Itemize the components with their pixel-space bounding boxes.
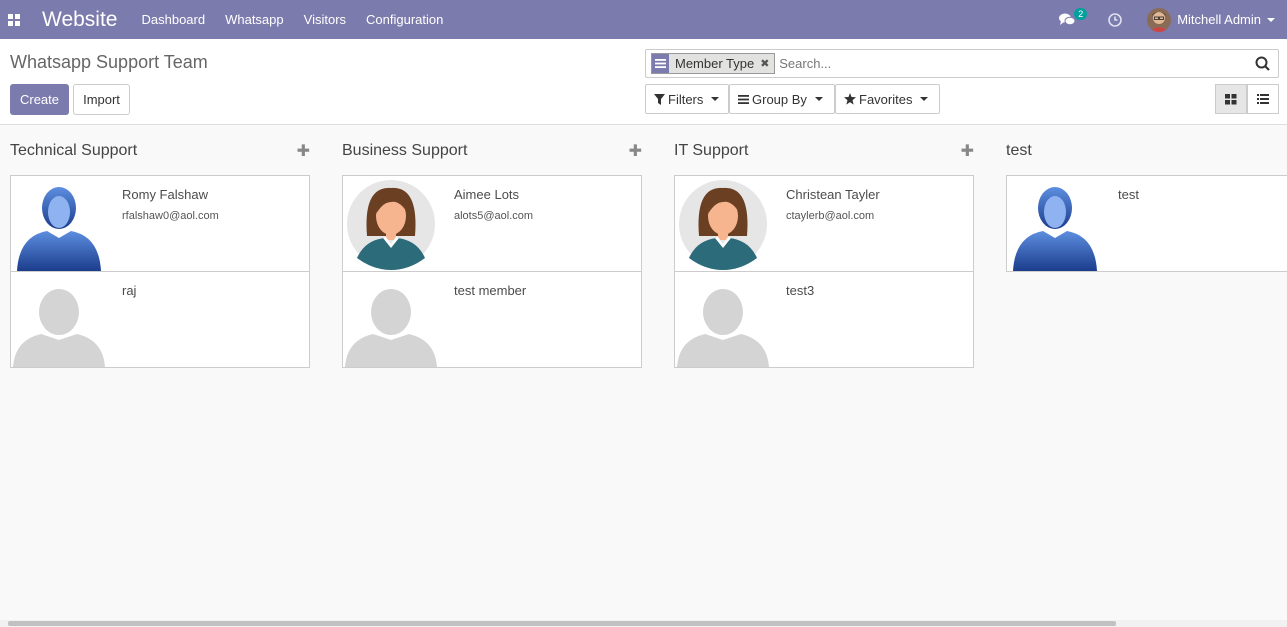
star-icon [844, 93, 856, 105]
filters-label: Filters [668, 91, 704, 107]
search-facet: Member Type ✖ [651, 53, 776, 74]
top-navbar: Website Dashboard Whatsapp Visitors Conf… [0, 0, 1287, 39]
messaging-button[interactable]: 2 [1059, 7, 1088, 31]
member-email: rfalshaw0@aol.com [122, 210, 219, 222]
kanban-card[interactable]: test member [342, 271, 642, 368]
search-icon[interactable] [1250, 52, 1274, 76]
favorites-dropdown[interactable]: Favorites [835, 84, 940, 114]
column-title: test [1006, 142, 1032, 159]
control-panel: Whatsapp Support Team Create Import Memb… [0, 39, 1287, 125]
kanban-column: test test [1006, 125, 1287, 285]
group-by-bars-icon [652, 54, 669, 73]
page-title: Whatsapp Support Team [10, 52, 208, 72]
menu-configuration[interactable]: Configuration [366, 12, 443, 27]
groupby-caret-icon [814, 97, 823, 101]
kanban-card[interactable]: test3 [674, 271, 974, 368]
column-title: Technical Support [10, 142, 138, 159]
column-header: IT Support ✚ [674, 140, 974, 162]
filters-dropdown[interactable]: Filters [645, 84, 729, 114]
member-name: Aimee Lots [454, 187, 520, 202]
kanban-card[interactable]: Aimee Lots alots5@aol.com [342, 175, 642, 272]
chat-count-badge: 2 [1074, 7, 1088, 20]
placeholder-person-icon [343, 272, 440, 367]
user-menu-caret-icon[interactable] [1267, 17, 1275, 22]
menu-whatsapp[interactable]: Whatsapp [225, 12, 284, 27]
user-avatar[interactable] [1147, 7, 1172, 32]
kanban-view-button[interactable] [1215, 84, 1247, 114]
search-bar: Member Type ✖ [645, 49, 1279, 78]
kanban-board: Technical Support ✚ Romy Falshaw rfalsha… [0, 125, 1287, 620]
apps-grid-icon[interactable] [4, 10, 24, 30]
male-blue-icon [11, 176, 108, 271]
member-email: alots5@aol.com [454, 210, 534, 222]
member-name: test member [454, 283, 527, 298]
view-switcher [1215, 84, 1279, 114]
activity-clock-icon[interactable] [1107, 12, 1123, 28]
facet-remove-icon[interactable]: ✖ [760, 54, 772, 73]
member-name: test [1118, 187, 1139, 202]
placeholder-person-icon [11, 272, 108, 367]
member-name: Romy Falshaw [122, 187, 208, 202]
groupby-dropdown[interactable]: Group By [729, 84, 835, 114]
column-header: Technical Support ✚ [10, 140, 310, 162]
kanban-card[interactable]: Romy Falshaw rfalshaw0@aol.com [10, 175, 310, 272]
favorites-caret-icon [920, 97, 929, 101]
member-name: test3 [786, 283, 815, 298]
column-title: IT Support [674, 142, 749, 159]
kanban-card[interactable]: test [1006, 175, 1287, 272]
chat-bubbles-icon [1059, 13, 1076, 25]
column-header: test [1006, 140, 1287, 162]
filters-caret-icon [711, 97, 720, 101]
search-facet-label: Member Type [675, 56, 755, 71]
search-input[interactable] [779, 52, 1250, 75]
menu-dashboard[interactable]: Dashboard [141, 12, 205, 27]
user-menu-name[interactable]: Mitchell Admin [1177, 12, 1261, 27]
female-icon [343, 176, 440, 271]
column-title: Business Support [342, 142, 468, 159]
member-email: ctaylerb@aol.com [786, 210, 875, 222]
groupby-label: Group By [752, 91, 807, 107]
bars-icon [738, 94, 749, 104]
scrollbar-thumb[interactable] [8, 621, 1116, 626]
male-blue-icon [1007, 176, 1104, 271]
create-button[interactable]: Create [10, 84, 69, 115]
add-card-icon[interactable]: ✚ [629, 141, 642, 161]
list-icon [1257, 94, 1269, 104]
horizontal-scrollbar[interactable] [0, 620, 1287, 627]
kanban-card[interactable]: raj [10, 271, 310, 368]
add-card-icon[interactable]: ✚ [961, 141, 974, 161]
kanban-grid-icon [1225, 93, 1237, 104]
kanban-card[interactable]: Christean Tayler ctaylerb@aol.com [674, 175, 974, 272]
filter-funnel-icon [654, 93, 665, 105]
placeholder-person-icon [675, 272, 772, 367]
add-card-icon[interactable]: ✚ [297, 141, 310, 161]
favorites-label: Favorites [859, 91, 913, 107]
column-header: Business Support ✚ [342, 140, 642, 162]
female-icon [675, 176, 772, 271]
import-button[interactable]: Import [73, 84, 130, 115]
app-brand: Website [42, 7, 118, 31]
member-name: raj [122, 283, 137, 298]
menu-visitors[interactable]: Visitors [304, 12, 346, 27]
list-view-button[interactable] [1247, 84, 1279, 114]
member-name: Christean Tayler [786, 187, 880, 202]
navbar-systray: 2 Mitchell Admin [1059, 0, 1287, 39]
